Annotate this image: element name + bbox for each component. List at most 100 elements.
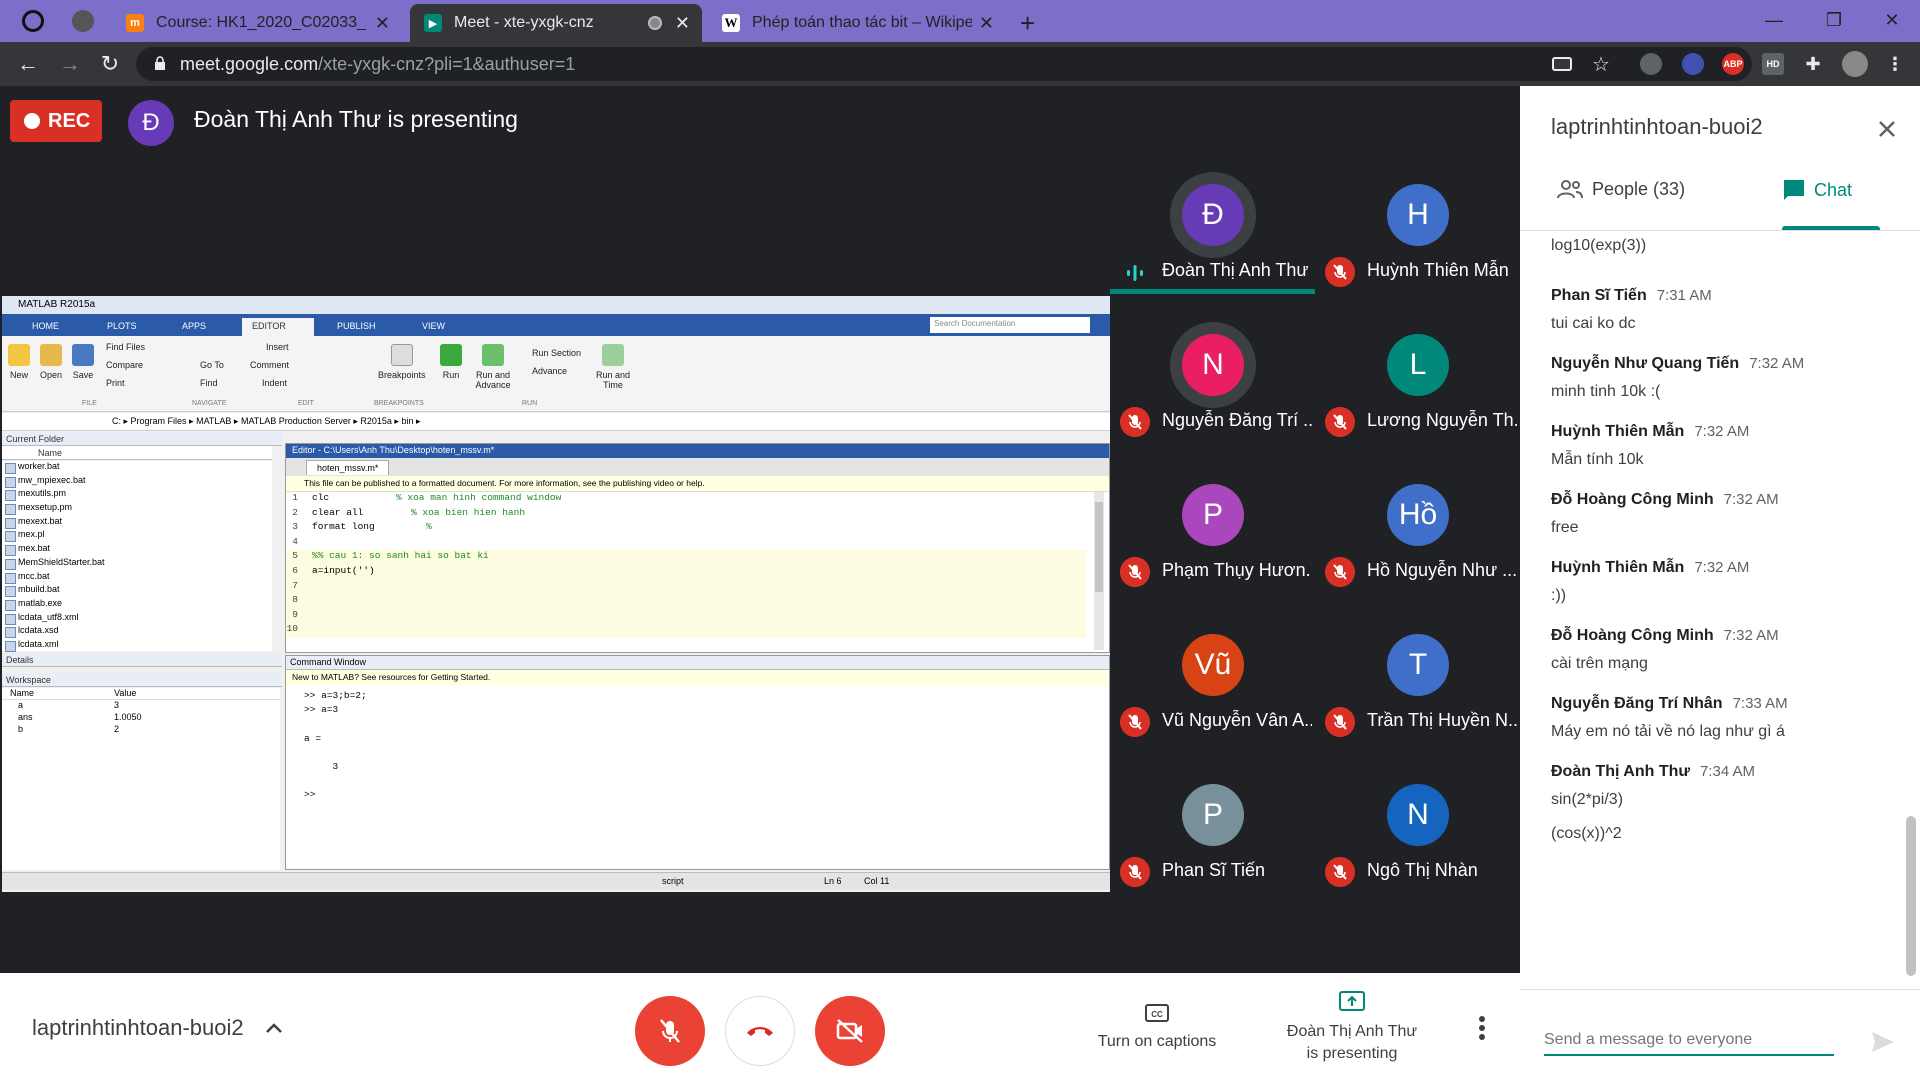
star-icon[interactable]: ☆ (1590, 53, 1612, 76)
close-icon[interactable] (1872, 114, 1902, 144)
find-button[interactable]: Find (200, 378, 218, 388)
list-item[interactable]: mw_mpiexec.bat (2, 475, 272, 489)
run-time-button[interactable]: Run and Time (592, 344, 634, 390)
list-item[interactable]: matlab.exe (2, 598, 272, 612)
path-segment[interactable]: C: (112, 416, 121, 426)
address-bar[interactable]: meet.google.com/xte-yxgk-cnz?pli=1&authu… (136, 47, 1752, 81)
participant-tile[interactable]: P Phạm Thụy Hươn... (1110, 444, 1315, 594)
run-section-button[interactable]: Run Section (532, 348, 581, 358)
mic-toggle-button[interactable] (635, 996, 705, 1066)
matlab-tab-view[interactable]: VIEW (412, 318, 455, 336)
tab-wikipedia[interactable]: W Phép toán thao tác bit – Wikiped ✕ (708, 4, 1006, 42)
table-row[interactable]: ans 1.0050 (2, 712, 280, 724)
list-item[interactable]: mex.pl (2, 529, 272, 543)
participant-tile[interactable]: T Trần Thị Huyền N... (1315, 594, 1520, 744)
more-vert-icon[interactable]: ⋮ (1884, 53, 1906, 75)
extension-screen-icon[interactable] (1640, 53, 1662, 75)
matlab-tab-apps[interactable]: APPS (172, 318, 216, 336)
list-item[interactable]: lcdata_utf8.xml (2, 612, 272, 626)
scrollbar-thumb[interactable] (1095, 502, 1103, 592)
presenting-button[interactable]: Đoàn Thị Anh Thư is presenting (1270, 991, 1434, 1065)
indent-button[interactable]: Indent (262, 378, 287, 388)
matlab-tab-publish[interactable]: PUBLISH (327, 318, 386, 336)
matlab-tab-editor[interactable]: EDITOR (242, 318, 314, 336)
profile-avatar[interactable] (1842, 51, 1868, 77)
matlab-search-input[interactable]: Search Documentation (930, 317, 1090, 333)
close-icon[interactable]: ✕ (375, 13, 390, 34)
chat-message-input[interactable] (1544, 1026, 1834, 1056)
tab-meet[interactable]: ▶ Meet - xte-yxgk-cnz ✕ (410, 4, 702, 42)
profile-icon[interactable] (22, 10, 44, 32)
path-segment[interactable]: Program Files (131, 416, 187, 426)
chat-scrollbar[interactable] (1906, 816, 1916, 976)
comment-button[interactable]: Comment (250, 360, 289, 370)
participant-tile[interactable]: Đ Đoàn Thị Anh Thư (1110, 144, 1315, 294)
table-row[interactable]: b2 (2, 724, 280, 736)
forward-icon[interactable]: → (56, 50, 84, 78)
print-button[interactable]: Print (106, 378, 125, 388)
tab-course[interactable]: m Course: HK1_2020_C02033_Lập tr ✕ (112, 4, 402, 42)
window-close-icon[interactable]: ✕ (1870, 4, 1914, 36)
minimize-icon[interactable]: — (1752, 4, 1796, 36)
extension-download-icon[interactable] (1682, 53, 1704, 75)
chat-message-list[interactable]: log10(exp(3)) Phan Sĩ Tiến 7:31 AM tui cai … (1520, 231, 1904, 977)
list-item[interactable]: mexutils.pm (2, 488, 272, 502)
details-header[interactable]: Details (2, 653, 282, 667)
camera-toggle-button[interactable] (815, 996, 885, 1066)
adblock-icon[interactable]: ABP (1722, 53, 1744, 75)
find-files-button[interactable]: Find Files (106, 342, 145, 352)
path-segment[interactable]: MATLAB (196, 416, 231, 426)
path-segment[interactable]: R2015a (360, 416, 392, 426)
participant-tile[interactable]: L Lương Nguyễn Th... (1315, 294, 1520, 444)
editor-scrollbar[interactable] (1094, 492, 1104, 650)
reload-icon[interactable]: ↻ (96, 50, 124, 78)
maximize-icon[interactable]: ❐ (1812, 4, 1856, 36)
advance-button[interactable]: Advance (532, 366, 567, 376)
camera-icon[interactable] (1552, 57, 1572, 71)
path-segment[interactable]: MATLAB Production Server (241, 416, 351, 426)
puzzle-extensions-icon[interactable]: ✚ (1802, 53, 1824, 75)
list-item[interactable]: mexext.bat (2, 516, 272, 530)
run-advance-button[interactable]: Run and Advance (468, 344, 518, 390)
participant-tile[interactable]: Vũ Vũ Nguyễn Vân A... (1110, 594, 1315, 744)
list-item[interactable]: lcdata.xsd (2, 625, 272, 639)
list-item[interactable]: lcdata.xml (2, 639, 272, 653)
back-icon[interactable]: ← (14, 50, 42, 78)
list-item[interactable]: mcc.bat (2, 571, 272, 585)
run-button[interactable]: Run (440, 344, 462, 380)
open-button[interactable]: Open (40, 344, 62, 380)
tab-people[interactable]: People (33) (1556, 178, 1685, 200)
breakpoints-button[interactable]: Breakpoints (378, 344, 426, 380)
participant-tile[interactable]: N Nguyễn Đăng Trí ... (1110, 294, 1315, 444)
participant-tile[interactable]: N Ngô Thị Nhàn (1315, 744, 1520, 894)
save-button[interactable]: Save (72, 344, 94, 380)
command-prompt[interactable]: >> (304, 789, 1091, 803)
editor-file-tab[interactable]: hoten_mssv.m* (306, 460, 390, 475)
captions-button[interactable]: CC Turn on captions (1082, 1003, 1232, 1051)
participant-tile[interactable]: P Phan Sĩ Tiến (1110, 744, 1315, 894)
list-item[interactable]: MemShieldStarter.bat (2, 557, 272, 571)
compare-button[interactable]: Compare (106, 360, 143, 370)
code-area[interactable]: 1 clc % xoa man hinh command window 2 clear… (286, 492, 1086, 652)
name-column-header[interactable]: Name (2, 446, 272, 460)
path-segment[interactable]: bin (401, 416, 413, 426)
command-window[interactable]: Command Window New to MATLAB? See resour… (285, 655, 1110, 870)
close-icon[interactable]: ✕ (979, 13, 994, 34)
list-item[interactable]: mbuild.bat (2, 584, 272, 598)
globe-icon[interactable] (72, 10, 94, 32)
participant-tile[interactable]: H Huỳnh Thiên Mẫn (1315, 144, 1520, 294)
hd-extension-icon[interactable]: HD (1762, 53, 1784, 75)
tab-chat[interactable]: Chat (1782, 178, 1852, 202)
new-button[interactable]: New (8, 344, 30, 380)
more-options-icon[interactable] (1470, 1013, 1494, 1043)
matlab-path-bar[interactable]: C: ▸ Program Files ▸ MATLAB ▸ MATLAB Pro… (2, 413, 1110, 431)
matlab-tab-plots[interactable]: PLOTS (97, 318, 147, 336)
go-to-button[interactable]: Go To (200, 360, 224, 370)
matlab-tab-home[interactable]: HOME (22, 318, 69, 336)
close-icon[interactable]: ✕ (675, 13, 690, 34)
leave-call-button[interactable] (725, 996, 795, 1066)
insert-button[interactable]: Insert (266, 342, 289, 352)
list-item[interactable]: mex.bat (2, 543, 272, 557)
name-col[interactable]: Name (10, 688, 34, 698)
value-col[interactable]: Value (114, 688, 136, 698)
